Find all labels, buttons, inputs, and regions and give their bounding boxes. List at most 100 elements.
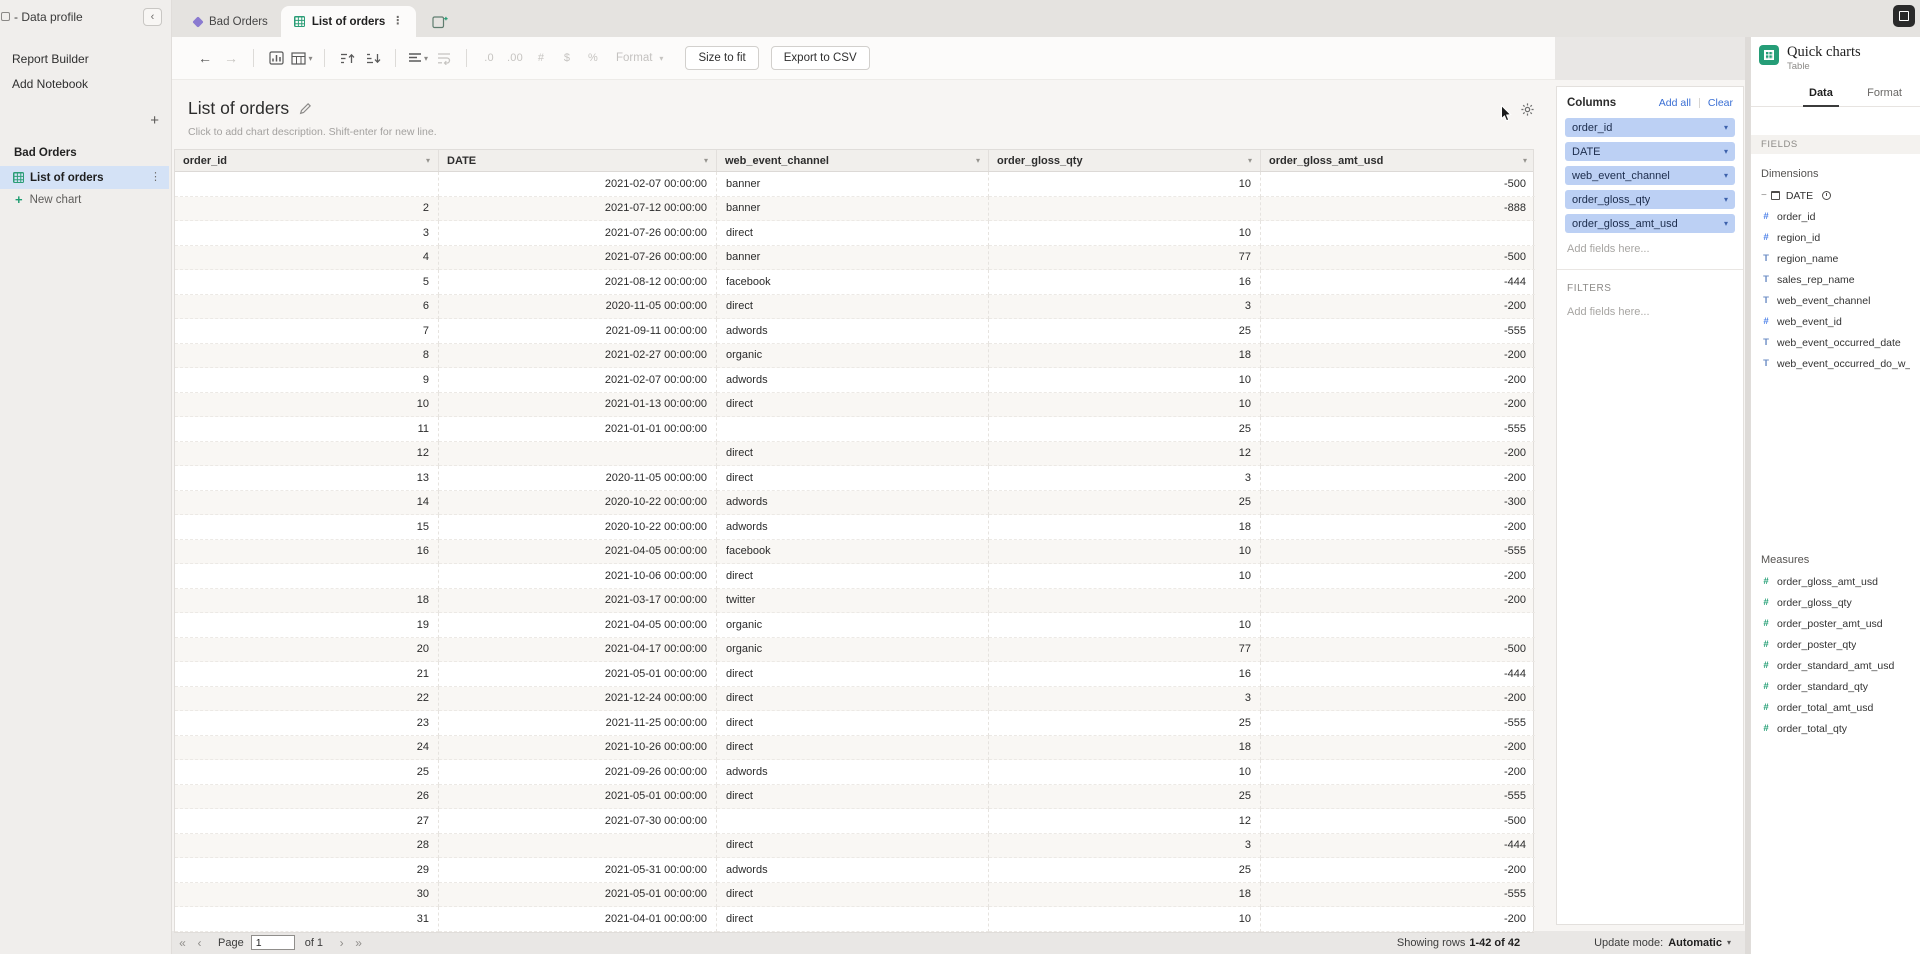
table-cell[interactable]: adwords	[717, 858, 989, 883]
table-cell[interactable]: -200	[1261, 760, 1535, 785]
add-all-link[interactable]: Add all	[1659, 97, 1691, 109]
dimension-field[interactable]: #order_id	[1751, 206, 1920, 227]
table-cell[interactable]: 2021-01-13 00:00:00	[439, 393, 717, 418]
table-cell[interactable]: 2021-02-27 00:00:00	[439, 344, 717, 369]
update-mode-dropdown[interactable]: Update mode: Automatic ▾	[1594, 937, 1731, 949]
table-cell[interactable]: 77	[989, 246, 1261, 271]
table-cell[interactable]: 2	[175, 197, 439, 222]
table-cell[interactable]: banner	[717, 172, 989, 197]
dimension-field[interactable]: Tsales_rep_name	[1751, 269, 1920, 290]
table-cell[interactable]: 2021-05-01 00:00:00	[439, 883, 717, 908]
column-header[interactable]: DATE▾	[439, 150, 717, 171]
table-cell[interactable]: 24	[175, 736, 439, 761]
table-cell[interactable]: banner	[717, 197, 989, 222]
sidebar-collapse-button[interactable]: ‹	[143, 8, 162, 26]
table-cell[interactable]: 25	[989, 785, 1261, 810]
table-cell[interactable]: 2021-04-01 00:00:00	[439, 907, 717, 932]
columns-add-fields[interactable]: Add fields here...	[1557, 233, 1743, 263]
table-cell[interactable]: -555	[1261, 319, 1535, 344]
decimal-increase-icon[interactable]: .00	[502, 45, 528, 71]
table-cell[interactable]: direct	[717, 883, 989, 908]
column-pill[interactable]: order_gloss_amt_usd▾	[1565, 214, 1735, 233]
table-cell[interactable]: 18	[175, 589, 439, 614]
table-cell[interactable]: organic	[717, 638, 989, 663]
table-cell[interactable]: 10	[989, 368, 1261, 393]
table-cell[interactable]: -200	[1261, 907, 1535, 932]
table-cell[interactable]: 2021-04-05 00:00:00	[439, 613, 717, 638]
new-tab-button[interactable]	[432, 6, 449, 37]
table-cell[interactable]: -500	[1261, 172, 1535, 197]
table-cell[interactable]: 6	[175, 295, 439, 320]
table-cell[interactable]: 5	[175, 270, 439, 295]
table-cell[interactable]: 10	[175, 393, 439, 418]
table-cell[interactable]: 22	[175, 687, 439, 712]
table-cell[interactable]	[1261, 221, 1535, 246]
chevron-down-icon[interactable]: ▾	[1719, 123, 1728, 132]
table-cell[interactable]: 2021-07-30 00:00:00	[439, 809, 717, 834]
table-cell[interactable]: -888	[1261, 197, 1535, 222]
table-cell[interactable]: direct	[717, 711, 989, 736]
table-cell[interactable]: 16	[175, 540, 439, 565]
table-cell[interactable]: 25	[989, 858, 1261, 883]
prev-page-icon[interactable]: ‹	[191, 936, 208, 950]
measure-field[interactable]: #order_poster_amt_usd	[1751, 613, 1920, 634]
table-cell[interactable]: 2021-07-26 00:00:00	[439, 221, 717, 246]
table-cell[interactable]: 2021-04-17 00:00:00	[439, 638, 717, 663]
table-cell[interactable]: 2020-10-22 00:00:00	[439, 515, 717, 540]
table-cell[interactable]: direct	[717, 393, 989, 418]
table-cell[interactable]: 23	[175, 711, 439, 736]
table-cell[interactable]: 2020-11-05 00:00:00	[439, 466, 717, 491]
table-cell[interactable]	[989, 197, 1261, 222]
measure-field[interactable]: #order_poster_qty	[1751, 634, 1920, 655]
add-notebook-link[interactable]: Add Notebook	[12, 77, 88, 91]
measure-field[interactable]: #order_gloss_amt_usd	[1751, 571, 1920, 592]
table-cell[interactable]	[989, 589, 1261, 614]
table-cell[interactable]: 30	[175, 883, 439, 908]
measure-field[interactable]: #order_total_amt_usd	[1751, 697, 1920, 718]
last-page-icon[interactable]: »	[350, 936, 367, 950]
table-cell[interactable]: 13	[175, 466, 439, 491]
dimension-field[interactable]: Tweb_event_occurred_do_w_n	[1751, 353, 1920, 374]
table-cell[interactable]: -500	[1261, 638, 1535, 663]
table-cell[interactable]: -200	[1261, 736, 1535, 761]
table-cell[interactable]: -200	[1261, 295, 1535, 320]
table-cell[interactable]: 2020-11-05 00:00:00	[439, 295, 717, 320]
report-builder-link[interactable]: Report Builder	[12, 52, 89, 66]
table-cell[interactable]: 2021-07-12 00:00:00	[439, 197, 717, 222]
table-cell[interactable]: 8	[175, 344, 439, 369]
table-cell[interactable]: 19	[175, 613, 439, 638]
table-cell[interactable]: direct	[717, 785, 989, 810]
table-cell[interactable]: direct	[717, 907, 989, 932]
table-cell[interactable]: 18	[989, 344, 1261, 369]
page-input[interactable]	[251, 935, 295, 950]
table-cell[interactable]: 10	[989, 540, 1261, 565]
chevron-down-icon[interactable]: ▾	[1719, 219, 1728, 228]
table-cell[interactable]: 2021-01-01 00:00:00	[439, 417, 717, 442]
measure-field[interactable]: #order_gloss_qty	[1751, 592, 1920, 613]
sheet-title[interactable]: List of orders	[188, 98, 289, 119]
table-cell[interactable]: 2021-04-05 00:00:00	[439, 540, 717, 565]
chevron-down-icon[interactable]: ▾	[1719, 171, 1728, 180]
table-cell[interactable]: 20	[175, 638, 439, 663]
table-cell[interactable]: facebook	[717, 540, 989, 565]
item-menu-icon[interactable]: ⋮	[150, 172, 161, 183]
measure-field[interactable]: #order_standard_qty	[1751, 676, 1920, 697]
table-cell[interactable]: 11	[175, 417, 439, 442]
table-cell[interactable]: 2021-08-12 00:00:00	[439, 270, 717, 295]
table-cell[interactable]: -200	[1261, 858, 1535, 883]
dimension-field[interactable]: −DATE	[1751, 185, 1920, 206]
table-cell[interactable]: direct	[717, 442, 989, 467]
table-cell[interactable]: twitter	[717, 589, 989, 614]
dimension-field[interactable]: Tweb_event_channel	[1751, 290, 1920, 311]
table-cell[interactable]: 21	[175, 662, 439, 687]
table-cell[interactable]: direct	[717, 662, 989, 687]
table-cell[interactable]: -555	[1261, 540, 1535, 565]
table-cell[interactable]: 25	[175, 760, 439, 785]
table-cell[interactable]: direct	[717, 564, 989, 589]
tab-list-of-orders[interactable]: List of orders ⋮	[281, 6, 416, 37]
chevron-down-icon[interactable]: ▾	[420, 156, 430, 165]
chevron-down-icon[interactable]: ▾	[970, 156, 980, 165]
table-cell[interactable]: -555	[1261, 883, 1535, 908]
column-header[interactable]: order_gloss_qty▾	[989, 150, 1261, 171]
table-cell[interactable]: 2021-05-01 00:00:00	[439, 662, 717, 687]
